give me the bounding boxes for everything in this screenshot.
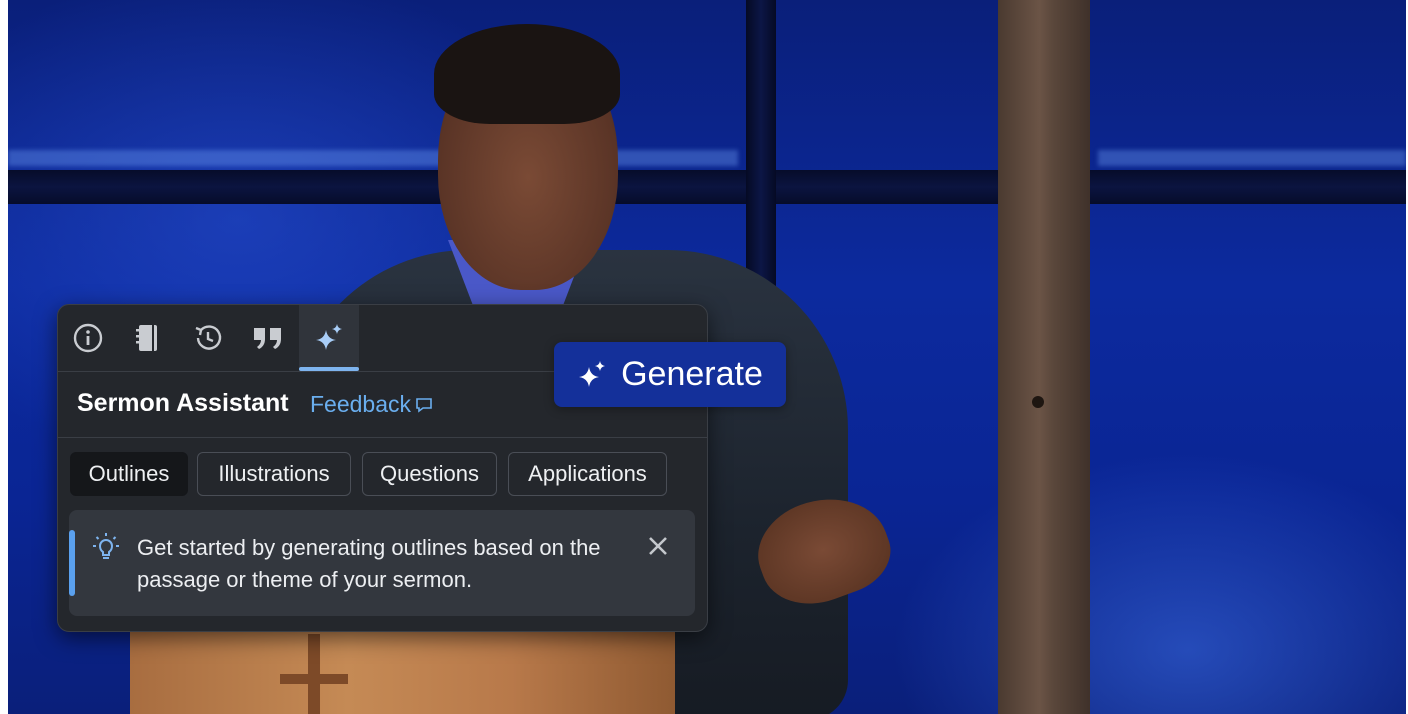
info-icon [73,323,103,353]
sparkle-icon [316,324,342,350]
close-icon [649,537,667,555]
feedback-label: Feedback [310,391,412,417]
tab-applications[interactable]: Applications [508,452,667,496]
quote-icon [254,328,281,349]
tool-quotes[interactable] [238,305,298,371]
panel-title: Sermon Assistant [77,389,289,417]
tip-close-button[interactable] [644,532,672,560]
sparkle-icon [579,360,606,387]
speaker-hair [434,24,620,124]
tool-history[interactable] [178,305,238,371]
tip-accent-bar [69,530,75,596]
lightbulb-icon [93,533,119,559]
tool-notebook[interactable] [118,305,178,371]
header-divider [58,437,707,438]
feedback-icon [416,397,432,413]
generate-label: Generate [621,355,763,393]
tool-sermon-assistant[interactable] [299,305,359,371]
pulpit-cross [280,674,348,684]
beam-bolt [1032,396,1044,408]
light-glow [1098,150,1406,166]
tool-info[interactable] [58,305,118,371]
wooden-beam [998,0,1090,714]
generate-button[interactable]: Generate [554,342,786,407]
notebook-icon [136,325,157,351]
tab-outlines[interactable]: Outlines [70,452,188,496]
tip-text: Get started by generating outlines based… [137,535,601,592]
history-icon [195,325,222,350]
tab-illustrations[interactable]: Illustrations [197,452,351,496]
pulpit [130,630,675,714]
feedback-link[interactable]: Feedback [310,391,433,418]
tab-questions[interactable]: Questions [362,452,497,496]
tip-banner: Get started by generating outlines based… [69,510,695,616]
